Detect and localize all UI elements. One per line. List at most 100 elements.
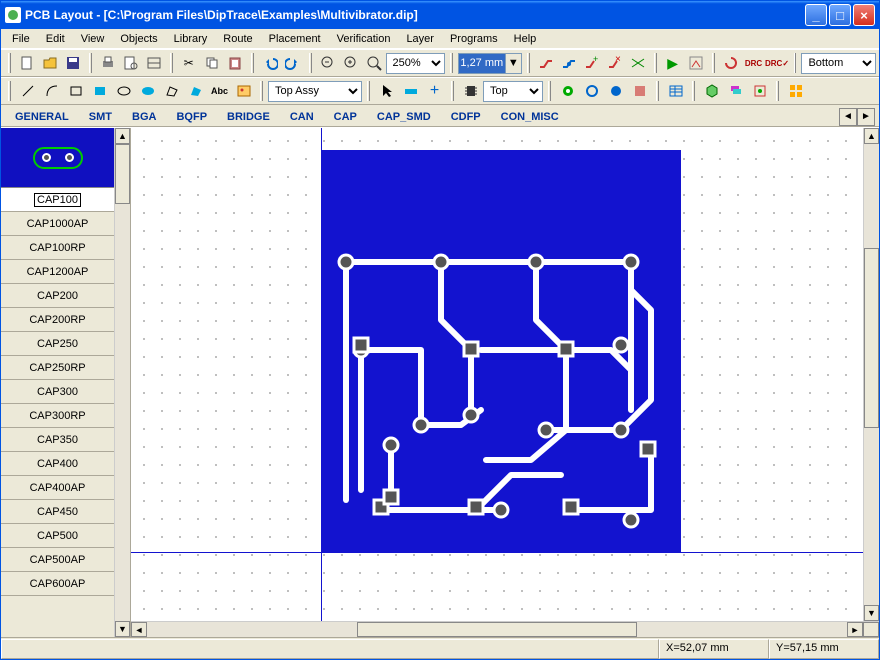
preview-button[interactable] <box>120 52 142 74</box>
route-add-button[interactable]: + <box>581 52 603 74</box>
tab-cap-smd[interactable]: CAP_SMD <box>367 108 441 126</box>
list-item[interactable]: CAP250 <box>1 332 114 356</box>
hole-tool[interactable] <box>604 80 627 102</box>
canvas-vscrollbar[interactable]: ▲ ▼ <box>863 128 879 621</box>
route-del-button[interactable]: × <box>604 52 626 74</box>
titleblock-button[interactable] <box>143 52 165 74</box>
3d-button[interactable] <box>700 80 723 102</box>
toolbar-grip[interactable] <box>309 53 312 73</box>
list-item[interactable]: CAP500AP <box>1 548 114 572</box>
menu-route[interactable]: Route <box>216 31 259 46</box>
toolbar-grip[interactable] <box>712 53 715 73</box>
image-tool[interactable] <box>232 80 255 102</box>
pointer-tool[interactable] <box>375 80 398 102</box>
toolbar-grip[interactable] <box>8 53 11 73</box>
close-button[interactable]: × <box>853 4 875 26</box>
new-button[interactable] <box>16 52 38 74</box>
tab-bga[interactable]: BGA <box>122 108 166 126</box>
tab-con-misc[interactable]: CON_MISC <box>491 108 569 126</box>
toolbar-grip[interactable] <box>170 53 173 73</box>
menu-help[interactable]: Help <box>507 31 544 46</box>
paste-button[interactable] <box>224 52 246 74</box>
list-item[interactable]: CAP400 <box>1 452 114 476</box>
copper-pour-tool[interactable] <box>628 80 651 102</box>
zoom-window-button[interactable] <box>363 52 385 74</box>
menu-placement[interactable]: Placement <box>262 31 328 46</box>
minimize-button[interactable]: _ <box>805 4 827 26</box>
layer-select[interactable]: Bottom <box>801 53 876 74</box>
tab-cap[interactable]: CAP <box>324 108 367 126</box>
list-item[interactable]: CAP100RP <box>1 236 114 260</box>
ratsnest-button[interactable] <box>627 52 649 74</box>
tab-general[interactable]: GENERAL <box>5 108 79 126</box>
list-item[interactable]: CAP500 <box>1 524 114 548</box>
arc-tool[interactable] <box>40 80 63 102</box>
list-item[interactable]: CAP350 <box>1 428 114 452</box>
zoom-out-button[interactable] <box>317 52 339 74</box>
frect-tool[interactable] <box>88 80 111 102</box>
grid-dropdown-icon[interactable]: ▼ <box>505 54 521 73</box>
panelize-button[interactable] <box>784 80 807 102</box>
fpoly-tool[interactable] <box>184 80 207 102</box>
grid-input[interactable]: 1,27 mm <box>459 54 505 73</box>
run-button[interactable]: ▶ <box>662 52 684 74</box>
toolbar-grip[interactable] <box>656 81 659 101</box>
undo-button[interactable] <box>259 52 281 74</box>
menu-layer[interactable]: Layer <box>399 31 441 46</box>
menu-file[interactable]: File <box>5 31 37 46</box>
list-item[interactable]: CAP1200AP <box>1 260 114 284</box>
toolbar-grip[interactable] <box>451 81 454 101</box>
pad-tool[interactable] <box>556 80 579 102</box>
list-item[interactable]: CAP300RP <box>1 404 114 428</box>
toolbar-grip[interactable] <box>548 81 551 101</box>
scroll-up-icon[interactable]: ▲ <box>864 128 879 144</box>
ellipse-tool[interactable] <box>112 80 135 102</box>
scroll-thumb[interactable] <box>357 622 637 637</box>
zoom-select[interactable]: 250% <box>386 53 445 74</box>
scroll-thumb[interactable] <box>115 144 130 204</box>
rect-tool[interactable] <box>64 80 87 102</box>
menu-library[interactable]: Library <box>167 31 215 46</box>
side-select[interactable]: Top <box>483 81 543 102</box>
toolbar-grip[interactable] <box>367 81 370 101</box>
design-manager-button[interactable] <box>748 80 771 102</box>
menu-objects[interactable]: Objects <box>113 31 164 46</box>
print-button[interactable] <box>97 52 119 74</box>
toolbar-grip[interactable] <box>527 53 530 73</box>
toolbar-grip[interactable] <box>692 81 695 101</box>
toolbar-grip[interactable] <box>89 53 92 73</box>
pcb-canvas[interactable] <box>131 128 879 621</box>
copy-button[interactable] <box>201 52 223 74</box>
list-item[interactable]: CAP400AP <box>1 476 114 500</box>
origin-tool[interactable]: + <box>423 80 446 102</box>
component-tool[interactable] <box>459 80 482 102</box>
fellipse-tool[interactable] <box>136 80 159 102</box>
list-item[interactable]: CAP200RP <box>1 308 114 332</box>
open-button[interactable] <box>39 52 61 74</box>
list-item[interactable]: CAP200 <box>1 284 114 308</box>
drc-err-button[interactable]: DRC✓ <box>766 52 789 74</box>
cut-button[interactable]: ✂ <box>178 52 200 74</box>
scroll-up-icon[interactable]: ▲ <box>115 128 130 144</box>
scroll-left-icon[interactable]: ◄ <box>131 622 147 637</box>
scroll-down-icon[interactable]: ▼ <box>864 605 879 621</box>
tab-cdfp[interactable]: CDFP <box>441 108 491 126</box>
canvas-hscrollbar[interactable]: ◄ ► <box>131 621 879 637</box>
assy-select[interactable]: Top Assy <box>268 81 362 102</box>
drc-button[interactable]: DRC <box>743 52 765 74</box>
scroll-thumb[interactable] <box>864 248 879 428</box>
renew-button[interactable] <box>720 52 742 74</box>
layers-button[interactable] <box>724 80 747 102</box>
route-manual-button[interactable] <box>535 52 557 74</box>
sidebar-scrollbar[interactable]: ▲ ▼ <box>114 128 130 637</box>
menu-view[interactable]: View <box>74 31 112 46</box>
list-item[interactable]: CAP250RP <box>1 356 114 380</box>
toolbar-grip[interactable] <box>251 53 254 73</box>
measure-tool[interactable] <box>399 80 422 102</box>
poly-tool[interactable] <box>160 80 183 102</box>
list-item[interactable]: CAP100 <box>1 188 114 212</box>
tab-smt[interactable]: SMT <box>79 108 122 126</box>
scroll-right-icon[interactable]: ► <box>847 622 863 637</box>
zoom-in-button[interactable] <box>340 52 362 74</box>
autoroute-button[interactable] <box>685 52 707 74</box>
